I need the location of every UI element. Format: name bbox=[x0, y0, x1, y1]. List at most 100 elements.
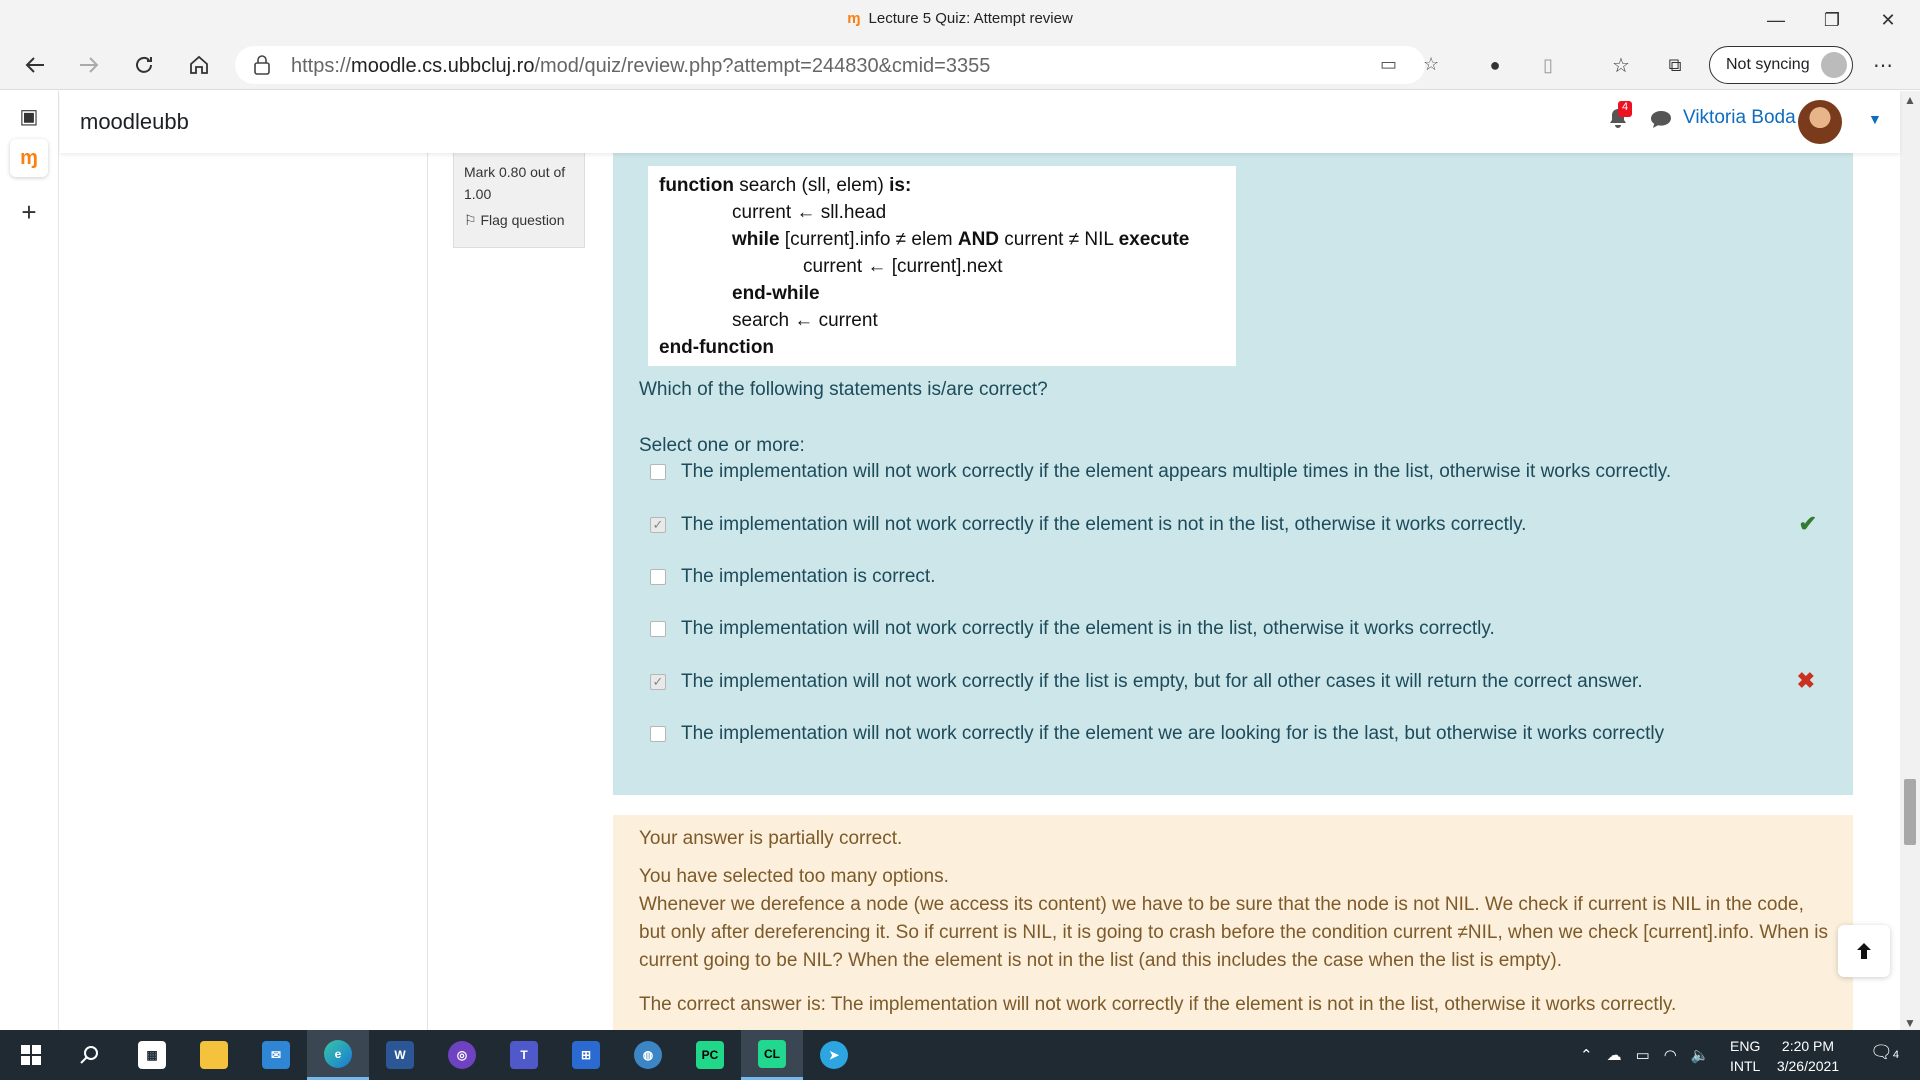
arrow-up-icon bbox=[1857, 943, 1871, 959]
chat-bubble-icon bbox=[1651, 111, 1671, 128]
option-label: The implementation will not work correct… bbox=[681, 723, 1665, 744]
left-column bbox=[60, 153, 428, 1030]
clock[interactable]: 2:20 PM 3/26/2021 bbox=[1768, 1036, 1848, 1076]
correct-check-icon: ✔ bbox=[1798, 511, 1817, 536]
moodle-tab-icon[interactable]: ɱ bbox=[10, 139, 48, 177]
feedback-summary: Your answer is partially correct. bbox=[639, 828, 903, 849]
correct-answer-text: The correct answer is: The implementatio… bbox=[639, 994, 1677, 1015]
battery-icon[interactable]: ▭ bbox=[1636, 1046, 1650, 1064]
globe-icon[interactable]: ◍ bbox=[617, 1030, 679, 1080]
language-indicator[interactable]: ENG INTL bbox=[1730, 1036, 1760, 1076]
question-info: Mark 0.80 out of 1.00 ⚐ Flag question bbox=[453, 153, 585, 248]
incorrect-cross-icon: ✖ bbox=[1796, 668, 1815, 693]
clion-icon[interactable]: CL bbox=[741, 1030, 803, 1080]
feedback-general: You have selected too many options. When… bbox=[639, 863, 1829, 975]
answer-option[interactable]: The implementation will not work correct… bbox=[639, 455, 1829, 489]
refresh-icon bbox=[136, 56, 152, 73]
option-checkbox[interactable] bbox=[650, 569, 666, 585]
flag-icon: ⚐ bbox=[464, 212, 477, 228]
answer-option[interactable]: The implementation is correct. bbox=[639, 560, 1829, 594]
answer-option[interactable]: ✓ The implementation will not work corre… bbox=[639, 508, 1829, 542]
extension-icon[interactable]: ● bbox=[1478, 48, 1512, 82]
browser-side-panel: ▣ ɱ + bbox=[0, 91, 59, 1030]
code-line: current ← sll.head bbox=[732, 202, 887, 223]
windows-taskbar: ▦ ✉ e W ◎ T ⊞ ◍ PC CL ➤ ⌃ ☁ ▭ ◠ 🔈 ENG IN… bbox=[0, 1030, 1920, 1080]
file-explorer-icon[interactable] bbox=[183, 1030, 245, 1080]
add-favorite-icon[interactable]: ☆ bbox=[1423, 54, 1439, 75]
wifi-icon[interactable]: ◠ bbox=[1664, 1046, 1677, 1064]
teams-icon[interactable]: T bbox=[493, 1030, 555, 1080]
back-button[interactable] bbox=[18, 48, 52, 82]
network-app-icon[interactable]: ⊞ bbox=[555, 1030, 617, 1080]
user-menu-caret-icon[interactable]: ▼ bbox=[1868, 111, 1882, 127]
code-line: search ← current bbox=[732, 310, 878, 331]
answer-option[interactable]: ✓ The implementation will not work corre… bbox=[639, 665, 1829, 699]
minimize-button[interactable]: — bbox=[1748, 0, 1804, 40]
word-icon[interactable]: W bbox=[369, 1030, 431, 1080]
reader-view-icon[interactable]: ▭ bbox=[1380, 54, 1397, 75]
scroll-up-icon[interactable]: ▲ bbox=[1904, 93, 1916, 107]
onedrive-icon[interactable]: ☁ bbox=[1607, 1046, 1622, 1064]
address-bar[interactable]: https://moodle.cs.ubbcluj.ro/mod/quiz/re… bbox=[235, 46, 1439, 84]
collections-icon[interactable]: ⧉ bbox=[1658, 48, 1692, 82]
answer-option[interactable]: The implementation will not work correct… bbox=[639, 717, 1829, 751]
restore-button[interactable]: ❐ bbox=[1804, 0, 1860, 40]
new-tab-plus-icon[interactable]: + bbox=[10, 193, 48, 231]
option-checkbox[interactable] bbox=[650, 726, 666, 742]
back-to-top-button[interactable] bbox=[1838, 925, 1890, 977]
keyboard-layout: INTL bbox=[1730, 1058, 1761, 1074]
start-icon[interactable] bbox=[0, 1030, 62, 1080]
moodle-header: moodleubb 4 Viktoria Boda ▼ bbox=[60, 91, 1900, 153]
search-icon[interactable] bbox=[58, 1030, 120, 1080]
feedback-detail: You have selected too many options. bbox=[639, 866, 949, 887]
code-line: while [current].info ≠ elem AND current … bbox=[732, 229, 1190, 250]
answer-option[interactable]: The implementation will not work correct… bbox=[639, 612, 1829, 646]
sync-label: Not syncing bbox=[1726, 56, 1810, 73]
answer-prompt: Select one or more: bbox=[639, 435, 805, 456]
telegram-icon[interactable]: ➤ bbox=[803, 1030, 865, 1080]
show-hidden-icons-icon[interactable]: ⌃ bbox=[1580, 1046, 1593, 1064]
code-line: current ← [current].next bbox=[803, 256, 1003, 277]
code-line: end-function bbox=[659, 337, 775, 358]
profile-sync-button[interactable]: Not syncing bbox=[1709, 46, 1853, 84]
site-brand[interactable]: moodleubb bbox=[80, 109, 189, 135]
option-checkbox[interactable] bbox=[650, 464, 666, 480]
question-mark: Mark 0.80 out of 1.00 bbox=[464, 164, 566, 202]
github-icon[interactable]: ◎ bbox=[431, 1030, 493, 1080]
option-checkbox[interactable]: ✓ bbox=[650, 517, 666, 533]
refresh-button[interactable] bbox=[127, 48, 161, 82]
window-titlebar: ɱ Lecture 5 Quiz: Attempt review — ❐ ✕ bbox=[0, 0, 1920, 40]
volume-icon[interactable]: 🔈 bbox=[1691, 1046, 1710, 1064]
option-checkbox[interactable] bbox=[650, 621, 666, 637]
option-checkbox[interactable]: ✓ bbox=[650, 674, 666, 690]
flag-question-link[interactable]: ⚐ Flag question bbox=[464, 209, 574, 231]
extension-2-icon[interactable]: ▯ bbox=[1531, 48, 1565, 82]
tab-actions-icon[interactable]: ▣ bbox=[10, 97, 48, 135]
moodle-logo-icon: ɱ bbox=[847, 10, 861, 27]
more-menu-icon[interactable]: ⋯ bbox=[1866, 48, 1900, 82]
home-icon bbox=[190, 55, 208, 74]
action-center-icon[interactable]: 🗨4 bbox=[1870, 1042, 1899, 1063]
forward-arrow-icon bbox=[80, 57, 99, 73]
home-button[interactable] bbox=[182, 48, 216, 82]
page-scrollbar[interactable]: ▲ ▼ bbox=[1900, 91, 1920, 1030]
window-title-text: Lecture 5 Quiz: Attempt review bbox=[868, 10, 1073, 27]
scroll-thumb[interactable] bbox=[1904, 779, 1916, 845]
close-window-button[interactable]: ✕ bbox=[1860, 0, 1916, 40]
edge-icon[interactable]: e bbox=[307, 1030, 369, 1080]
store-icon[interactable]: ▦ bbox=[121, 1030, 183, 1080]
user-name[interactable]: Viktoria Boda bbox=[1683, 107, 1796, 129]
back-arrow-icon bbox=[25, 57, 44, 73]
favorites-icon[interactable]: ☆ bbox=[1604, 48, 1638, 82]
action-center-count: 4 bbox=[1892, 1049, 1899, 1061]
pycharm-icon[interactable]: PC bbox=[679, 1030, 741, 1080]
scroll-down-icon[interactable]: ▼ bbox=[1904, 1016, 1916, 1030]
messages-button[interactable] bbox=[1650, 109, 1672, 134]
user-avatar[interactable] bbox=[1798, 100, 1842, 144]
profile-avatar bbox=[1821, 52, 1847, 78]
pseudocode-image: function search (sll, elem) is: current … bbox=[648, 166, 1236, 366]
forward-button[interactable] bbox=[72, 48, 106, 82]
language-code: ENG bbox=[1730, 1038, 1761, 1054]
notifications-button[interactable]: 4 bbox=[1608, 101, 1632, 134]
mail-icon[interactable]: ✉ bbox=[245, 1030, 307, 1080]
